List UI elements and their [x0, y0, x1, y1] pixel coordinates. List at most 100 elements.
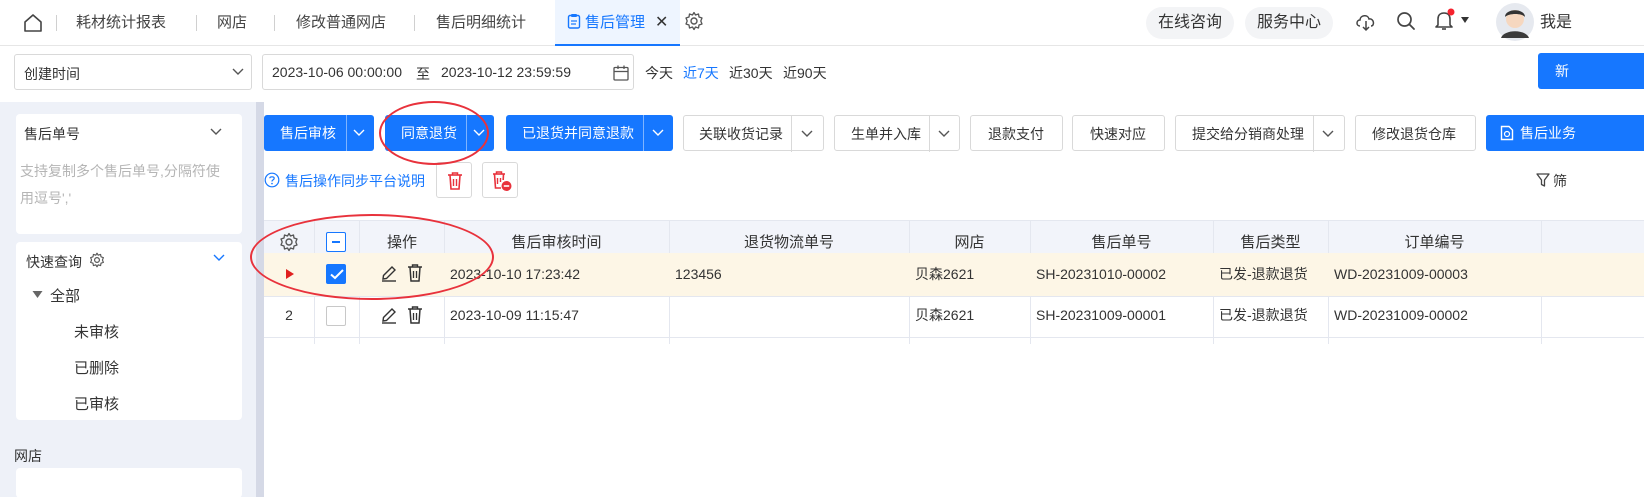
- cell-aftersale-no[interactable]: SH-20231009-00001: [1036, 297, 1166, 340]
- date-field-value: 创建时间: [24, 66, 80, 82]
- refund-pay-button[interactable]: 退款支付: [970, 115, 1063, 151]
- cell-order-no[interactable]: WD-20231009-00003: [1334, 253, 1468, 296]
- chevron-down-icon[interactable]: [210, 128, 222, 136]
- tab-consumables-report[interactable]: 耗材统计报表: [76, 0, 166, 46]
- help-circle-icon: [264, 172, 280, 188]
- cell-tracking-no: 123456: [675, 266, 722, 282]
- caret-down-icon[interactable]: [32, 290, 43, 299]
- cell-type: 已发-退款退货: [1219, 307, 1308, 323]
- chevron-down-icon[interactable]: [801, 130, 813, 138]
- link-receipt-label: 关联收货记录: [699, 126, 783, 142]
- left-filter-panel: 售后单号 支持复制多个售后单号,分隔符使用逗号',' 快速查询 全部 未审核 已…: [0, 102, 256, 497]
- service-center-button[interactable]: 服务中心: [1245, 7, 1334, 39]
- date-field-select[interactable]: 创建时间: [14, 54, 252, 90]
- submit-distributor-split-button[interactable]: 提交给分销商处理: [1175, 115, 1345, 152]
- chevron-down-icon: [232, 68, 244, 75]
- cell-audit-time: 2023-10-09 11:15:47: [450, 307, 579, 323]
- clipboard-icon: [567, 14, 581, 29]
- returned-refund-split-button[interactable]: 已退货并同意退款: [506, 115, 673, 151]
- edit-icon[interactable]: [380, 306, 398, 324]
- chevron-down-icon[interactable]: [652, 129, 664, 137]
- link-receipt-split-button[interactable]: 关联收货记录: [683, 115, 824, 152]
- split-divider: [643, 115, 644, 151]
- delete-button[interactable]: [436, 162, 472, 198]
- quick-match-label: 快速对应: [1090, 126, 1146, 142]
- range-90-days[interactable]: 近90天: [783, 63, 827, 83]
- shop-filter-card[interactable]: [16, 468, 242, 497]
- user-name[interactable]: 我是: [1540, 0, 1572, 46]
- tab-aftersale-management[interactable]: 售后管理 ✕: [555, 0, 681, 46]
- home-icon[interactable]: [22, 12, 44, 34]
- annotation-ellipse: [250, 214, 494, 300]
- shop-filter-title: 网店: [14, 448, 42, 464]
- close-icon[interactable]: ✕: [655, 14, 668, 31]
- tree-item-audited[interactable]: 已审核: [74, 393, 119, 414]
- tab-separator: [196, 15, 197, 31]
- chevron-down-icon[interactable]: [353, 129, 365, 137]
- document-icon: [1500, 125, 1514, 141]
- split-divider: [1313, 116, 1314, 152]
- date-range-picker[interactable]: 2023-10-06 00:00:00 至 2023-10-12 23:59:5…: [262, 54, 634, 90]
- modify-warehouse-label: 修改退货仓库: [1372, 126, 1456, 142]
- tab-shop[interactable]: 网店: [217, 0, 247, 46]
- tree-item-deleted[interactable]: 已删除: [74, 357, 119, 378]
- quick-query-title: 快速查询: [26, 254, 82, 270]
- filter-label[interactable]: 筛: [1553, 171, 1567, 191]
- bell-icon[interactable]: [1432, 8, 1456, 32]
- tab-separator: [274, 15, 275, 31]
- quick-match-button[interactable]: 快速对应: [1072, 115, 1165, 151]
- trash-icon[interactable]: [406, 305, 424, 325]
- order-no-title: 售后单号: [24, 126, 80, 142]
- cell-shop: 贝森2621: [915, 266, 975, 282]
- avatar[interactable]: [1495, 2, 1535, 42]
- aftersale-business-label: 售后业务: [1520, 125, 1576, 141]
- trash-icon: [448, 172, 462, 190]
- tab-bar: 耗材统计报表 网店 修改普通网店 售后明细统计 售后管理 ✕ 在线咨询 服务中心: [0, 0, 1644, 46]
- audit-button-label: 售后审核: [280, 125, 336, 141]
- order-no-card: 售后单号 支持复制多个售后单号,分隔符使用逗号',': [16, 114, 242, 234]
- table-row[interactable]: 2 2023-10-09 11:15:47 贝森2621 SH-20231009…: [264, 297, 1644, 338]
- app-root: 耗材统计报表 网店 修改普通网店 售后明细统计 售后管理 ✕ 在线咨询 服务中心: [0, 0, 1644, 497]
- sync-note-link[interactable]: 售后操作同步平台说明: [285, 171, 425, 191]
- chevron-down-icon[interactable]: [213, 254, 225, 262]
- date-start: 2023-10-06 00:00:00: [272, 64, 402, 80]
- quick-query-card: 快速查询 全部 未审核 已删除 已审核: [16, 242, 242, 420]
- range-7-days[interactable]: 近7天: [683, 63, 719, 83]
- order-no-input[interactable]: 支持复制多个售后单号,分隔符使用逗号',': [20, 158, 230, 218]
- tab-separator: [414, 15, 415, 31]
- new-button[interactable]: 新: [1538, 53, 1644, 89]
- date-range-separator: 至: [416, 66, 430, 82]
- audit-split-button[interactable]: 售后审核: [264, 115, 374, 151]
- tree-item-all[interactable]: 全部: [50, 285, 80, 306]
- gear-icon[interactable]: [89, 252, 105, 268]
- range-today[interactable]: 今天: [645, 63, 673, 83]
- split-divider: [791, 116, 792, 152]
- tab-separator: [56, 15, 57, 31]
- online-consult-button[interactable]: 在线咨询: [1146, 7, 1235, 39]
- range-30-days[interactable]: 近30天: [729, 63, 773, 83]
- gen-inbound-split-button[interactable]: 生单并入库: [834, 115, 960, 152]
- modify-warehouse-button[interactable]: 修改退货仓库: [1355, 115, 1476, 151]
- panel-scrollbar[interactable]: [256, 102, 264, 497]
- tab-aftersale-detail[interactable]: 售后明细统计: [436, 0, 526, 46]
- row-checkbox[interactable]: [326, 306, 346, 326]
- tree-item-unaudited[interactable]: 未审核: [74, 321, 119, 342]
- cloud-download-icon[interactable]: [1354, 10, 1378, 32]
- cell-aftersale-no[interactable]: SH-20231010-00002: [1036, 253, 1166, 296]
- chevron-down-icon[interactable]: [1322, 130, 1334, 138]
- date-end: 2023-10-12 23:59:59: [441, 64, 571, 80]
- annotation-ellipse: [379, 101, 489, 165]
- cell-row-index: 2: [285, 307, 293, 323]
- gen-inbound-label: 生单并入库: [851, 126, 921, 142]
- split-divider: [346, 115, 347, 151]
- submit-distributor-label: 提交给分销商处理: [1192, 126, 1304, 142]
- caret-down-icon[interactable]: [1460, 16, 1470, 24]
- gear-icon[interactable]: [684, 11, 704, 31]
- permanent-delete-button[interactable]: [482, 162, 518, 198]
- aftersale-business-button[interactable]: 售后业务: [1486, 115, 1644, 151]
- cell-order-no[interactable]: WD-20231009-00002: [1334, 297, 1468, 340]
- chevron-down-icon[interactable]: [938, 130, 950, 138]
- search-icon[interactable]: [1395, 10, 1417, 32]
- tab-edit-shop[interactable]: 修改普通网店: [296, 0, 386, 46]
- filter-icon[interactable]: [1536, 172, 1550, 188]
